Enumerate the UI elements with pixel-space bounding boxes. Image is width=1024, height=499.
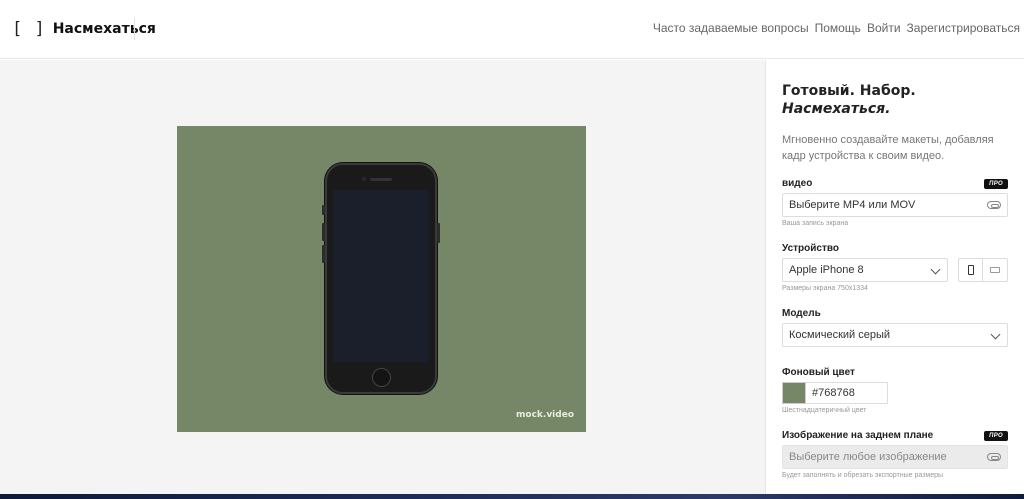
top-nav: Часто задаваемые вопросы Помощь Войти За… <box>653 21 1020 35</box>
orientation-toggle <box>958 258 1008 282</box>
nav-link-signup[interactable]: Зарегистрироваться <box>907 21 1020 35</box>
video-hint: Ваша запись экрана <box>782 220 849 227</box>
panel-title-line1: Готовый. Набор. <box>782 83 916 99</box>
desktop-strip <box>0 494 1024 499</box>
video-field: видео ПРО Выберите MP4 или MOV Ваша запи… <box>782 178 1008 227</box>
pro-badge: ПРО <box>984 178 1008 189</box>
landscape-button[interactable] <box>983 259 1007 281</box>
device-hint: Размеры экрана 750х1334 <box>782 285 868 292</box>
chevron-down-icon <box>990 329 1001 340</box>
settings-panel: Готовый. Набор. Насмехаться. Мгновенно с… <box>765 60 1024 494</box>
paperclip-icon <box>987 453 1001 461</box>
device-value: Apple iPhone 8 <box>789 264 864 276</box>
phone-volume-up <box>322 223 325 241</box>
bg-image-hint: Будет заполнять и обрезать экспортные ра… <box>782 472 944 479</box>
video-file-input[interactable]: Выберите MP4 или MOV <box>782 193 1008 217</box>
device-field: Устройство Apple iPhone 8 Размеры экрана… <box>782 243 1008 292</box>
video-placeholder: Выберите MP4 или MOV <box>789 199 916 211</box>
nav-link-login[interactable]: Войти <box>867 21 901 35</box>
logo-mark: [ ] <box>12 19 46 39</box>
chevron-down-icon <box>930 264 941 275</box>
iphone-mockup <box>322 163 440 394</box>
bg-image-label: Изображение на заднем плане <box>782 430 934 441</box>
color-swatch[interactable] <box>782 382 806 404</box>
bg-image-field: Изображение на заднем плане ПРО Выберите… <box>782 430 1008 479</box>
phone-camera <box>362 177 366 181</box>
phone-screen <box>333 190 429 362</box>
watermark: mock.video <box>516 410 574 420</box>
panel-title-line2: Насмехаться. <box>782 101 891 117</box>
device-label: Устройство <box>782 243 839 254</box>
phone-volume-down <box>322 245 325 263</box>
landscape-icon <box>990 267 1000 273</box>
bg-color-hint: Шестнадцатеричный цвет <box>782 407 867 414</box>
paperclip-icon <box>987 201 1001 209</box>
model-select[interactable]: Космический серый <box>782 323 1008 347</box>
model-value: Космический серый <box>789 329 891 341</box>
model-field: Модель Космический серый <box>782 308 1008 347</box>
bg-color-field: Фоновый цвет #768768 Шестнадцатеричный ц… <box>782 367 1008 414</box>
top-header: [ ] Насмехаться Часто задаваемые вопросы… <box>0 0 1024 59</box>
header-divider <box>134 18 135 40</box>
preview-stage: mock.video <box>0 60 765 494</box>
device-select[interactable]: Apple iPhone 8 <box>782 258 948 282</box>
bg-image-placeholder: Выберите любое изображение <box>789 451 947 463</box>
color-hex-input[interactable]: #768768 <box>806 382 888 404</box>
phone-home-button <box>372 368 391 387</box>
phone-power-button <box>437 223 440 243</box>
bg-color-label: Фоновый цвет <box>782 367 855 378</box>
model-label: Модель <box>782 308 821 319</box>
nav-link-faq[interactable]: Часто задаваемые вопросы <box>653 21 809 35</box>
panel-subtitle: Мгновенно создавайте макеты, добавляя ка… <box>782 134 994 162</box>
panel-title: Готовый. Набор. Насмехаться. <box>782 82 1008 118</box>
video-label: видео <box>782 178 813 189</box>
preview-canvas: mock.video <box>177 126 586 432</box>
phone-speaker <box>370 178 392 181</box>
pro-badge: ПРО <box>984 430 1008 441</box>
portrait-icon <box>967 265 974 275</box>
color-hex-value: #768768 <box>812 387 855 399</box>
nav-link-help[interactable]: Помощь <box>815 21 861 35</box>
phone-mute-switch <box>322 205 325 215</box>
portrait-button[interactable] <box>959 259 983 281</box>
logo-text: Насмехаться <box>52 21 156 37</box>
bg-image-file-input[interactable]: Выберите любое изображение <box>782 445 1008 469</box>
